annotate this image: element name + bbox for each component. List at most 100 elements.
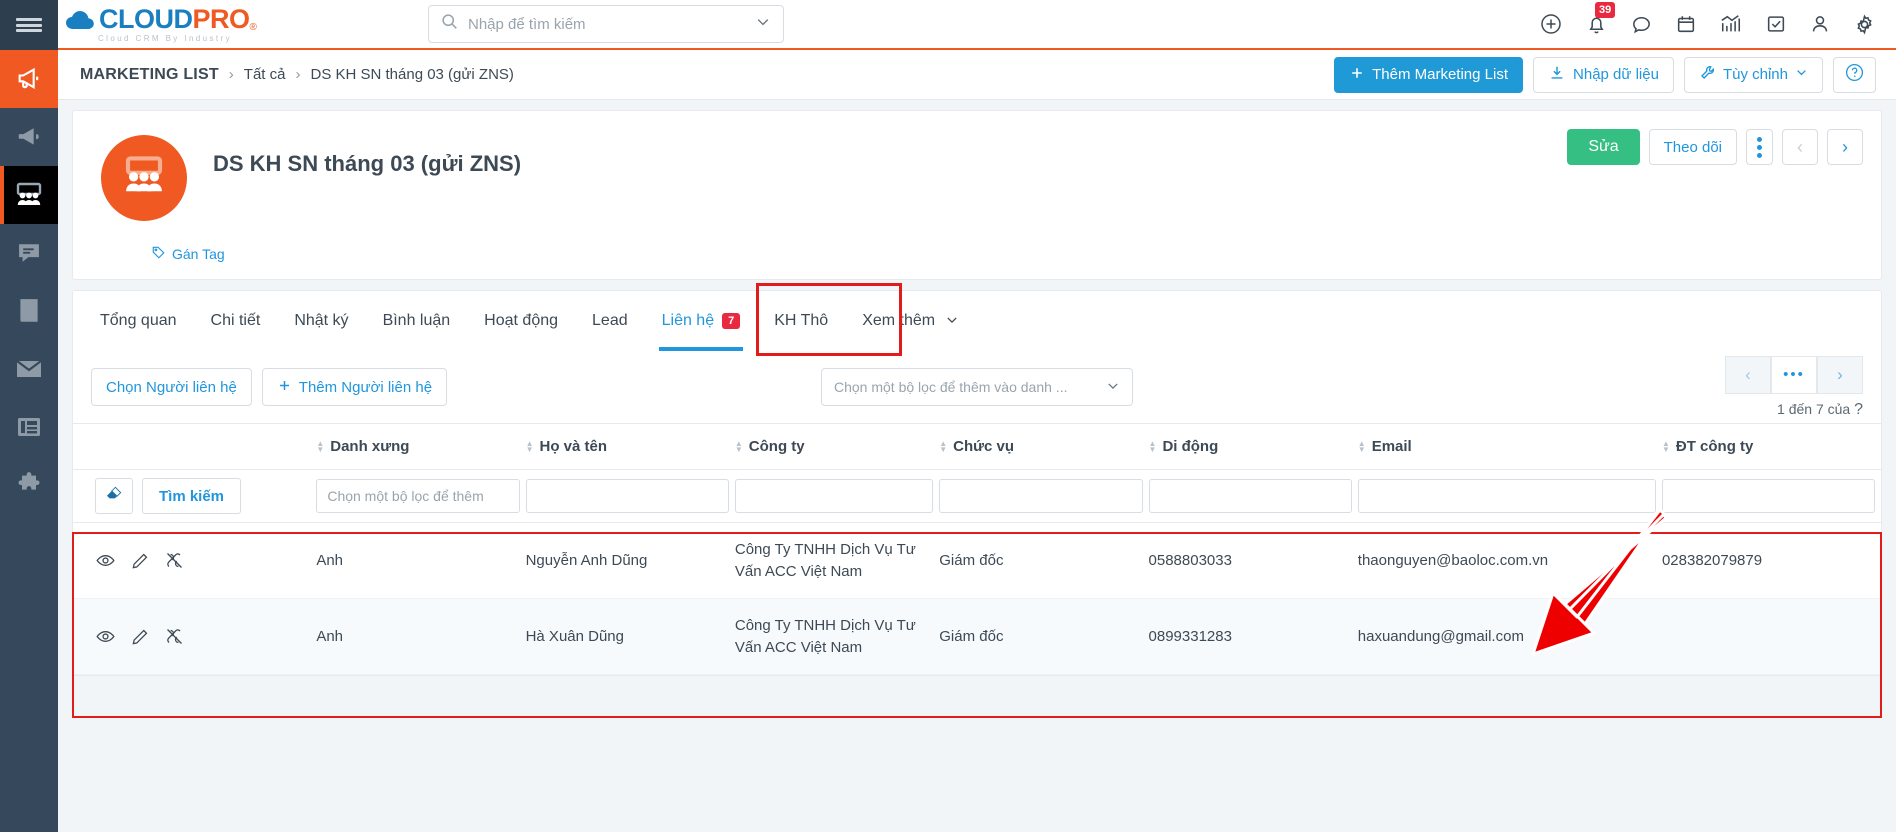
plus-circle-icon[interactable] [1539,12,1563,36]
sidebar-item-marketing-list[interactable] [0,166,58,224]
clear-filters-button[interactable] [95,478,133,514]
th-cong-ty[interactable]: ▲ ▼ Công ty [734,423,940,470]
sidebar-item-email[interactable] [0,340,58,398]
page-next-label: › [1837,364,1843,384]
chevron-down-icon [1106,379,1120,396]
gear-icon[interactable] [1853,13,1876,36]
edit-button[interactable]: Sửa [1567,129,1640,165]
more-actions-button[interactable] [1746,129,1773,165]
prev-record-button[interactable]: ‹ [1782,129,1818,165]
chevron-left-icon: ‹ [1797,136,1803,157]
page-prev-button[interactable]: ‹ [1725,355,1771,394]
th-danh-xung[interactable]: ▲ ▼ Danh xưng [316,423,526,470]
filter-input-chuc-vu[interactable] [939,479,1143,513]
analytics-icon[interactable] [1719,13,1743,35]
filter-input-email[interactable] [1357,479,1656,513]
tab-label: Nhật ký [294,312,349,329]
th-ho-va-ten[interactable]: ▲ ▼ Họ và tên [525,423,735,470]
row-actions [73,523,316,599]
tab-binh-luan[interactable]: Bình luận [366,291,468,351]
filter-input-danh-xung[interactable]: Chọn một bộ lọc để thêm [316,479,520,513]
sort-icon[interactable]: ▲ ▼ [1149,439,1157,453]
tab-lead[interactable]: Lead [575,291,645,351]
sort-icon[interactable]: ▲ ▼ [939,439,947,453]
filter-input-cong-ty[interactable] [734,479,934,513]
pencil-icon[interactable] [130,551,150,571]
book-icon [16,297,42,325]
help-circle-icon [1844,62,1865,87]
breadcrumb-level2[interactable]: Tất cả [244,66,286,83]
sort-icon[interactable]: ▲ ▼ [526,439,534,453]
add-contact-button[interactable]: Thêm Người liên hệ [261,368,448,406]
customize-button[interactable]: Tùy chỉnh [1683,56,1823,93]
next-record-button[interactable]: › [1827,129,1863,165]
follow-button[interactable]: Theo dõi [1648,129,1737,165]
filter-input-di-dong[interactable] [1148,479,1352,513]
tab-label: Chi tiết [210,312,261,329]
contacts-toolbar: Chọn Người liên hệ Thêm Người liên hệ Ch… [73,351,1881,423]
sort-icon[interactable]: ▲ ▼ [735,439,743,453]
sidebar-item-megaphone[interactable] [0,50,58,108]
sidebar-item-megaphone-alt[interactable] [0,108,58,166]
sort-icon[interactable]: ▲ ▼ [1358,439,1366,453]
sort-icon[interactable]: ▲ ▼ [1662,439,1670,453]
tab-kh-tho[interactable]: KH Thô [757,291,845,351]
filter-input-ho-va-ten[interactable] [525,479,729,513]
th-email[interactable]: ▲ ▼ Email [1357,423,1662,470]
tab-xem-them[interactable]: Xem thêm [845,291,976,351]
app-logo[interactable]: CLOUD PRO ® Cloud CRM By Industry [64,3,274,43]
th-di-dong[interactable]: ▲ ▼ Di động [1148,423,1358,470]
page-next-button[interactable]: › [1817,355,1863,394]
unlink-icon[interactable] [164,626,185,647]
breadcrumb-separator-1: › [228,66,234,83]
th-dt-cong-ty[interactable]: ▲ ▼ ĐT công ty [1661,423,1881,470]
hamburger-icon[interactable] [0,0,58,50]
filter-input-dt-cong-ty[interactable] [1661,479,1875,513]
cell-danh-xung: Anh [316,552,344,569]
user-icon[interactable] [1809,13,1831,35]
sidebar-item-plugins[interactable] [0,456,58,514]
page-more-label: ••• [1783,366,1805,383]
pagination-info: 1 đến 7 của ? [1777,401,1863,419]
table-row[interactable]: Anh Hà Xuân Dũng Công Ty TNHH Dịch Vụ Tư… [73,598,1881,675]
tab-hoat-dong[interactable]: Hoạt động [467,291,575,351]
calendar-icon[interactable] [1675,13,1697,35]
unlink-icon[interactable] [164,550,185,571]
page-more-button[interactable]: ••• [1771,355,1817,394]
chat-icon[interactable] [1630,13,1653,36]
sidebar-item-news[interactable] [0,398,58,456]
bell-icon[interactable]: 39 [1585,1,1616,36]
assign-tag-link[interactable]: Gán Tag [151,245,225,263]
tag-icon [151,245,166,263]
table-row[interactable]: Anh Nguyễn Anh Dũng Công Ty TNHH Dịch Vụ… [73,523,1881,599]
contacts-table: ▲ ▼ Danh xưng ▲ ▼ Họ và tên ▲ ▼ Công ty … [73,423,1881,675]
filter-select[interactable]: Chọn một bộ lọc để thêm vào danh ... [821,368,1133,406]
page-prev-label: ‹ [1745,364,1751,384]
tab-chi-tiet[interactable]: Chi tiết [194,291,278,351]
add-marketing-list-button[interactable]: Thêm Marketing List [1334,56,1524,93]
tab-lien-he[interactable]: Liên hệ 7 [645,291,758,351]
group-people-icon [120,155,168,202]
import-data-button[interactable]: Nhập dữ liệu [1533,56,1674,93]
th-label: Họ và tên [539,438,608,455]
tab-tong-quan[interactable]: Tổng quan [83,291,194,351]
chevron-down-icon[interactable] [755,14,771,35]
tab-nhat-ky[interactable]: Nhật ký [277,291,365,351]
app-root: CLOUD PRO ® Cloud CRM By Industry Nhập đ… [0,0,1896,832]
sort-icon[interactable]: ▲ ▼ [316,439,324,453]
eye-icon[interactable] [95,626,116,647]
task-check-icon[interactable] [1765,13,1787,35]
pencil-icon[interactable] [130,627,150,647]
sidebar-item-knowledge[interactable] [0,282,58,340]
eye-icon[interactable] [95,550,116,571]
th-chuc-vu[interactable]: ▲ ▼ Chức vụ [939,423,1149,470]
choose-contact-button[interactable]: Chọn Người liên hệ [91,368,252,406]
cloud-logo-icon [64,7,98,33]
tab-label: KH Thô [774,312,829,329]
logo-text-pro: PRO [192,3,251,34]
search-button[interactable]: Tìm kiếm [142,478,242,514]
breadcrumb-root[interactable]: MARKETING LIST [80,66,219,84]
sidebar-item-chat[interactable] [0,224,58,282]
global-search-input[interactable]: Nhập để tìm kiếm [428,5,784,43]
help-button[interactable] [1833,56,1876,93]
